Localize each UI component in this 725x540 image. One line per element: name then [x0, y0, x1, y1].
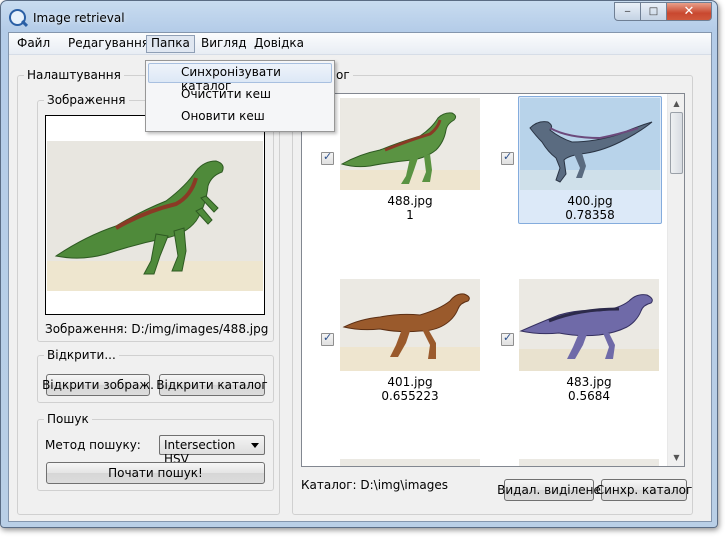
result-filename: 401.jpg	[387, 375, 433, 389]
minimize-icon: ‒	[624, 6, 631, 17]
result-tile-partial[interactable]	[339, 458, 483, 466]
search-group-title: Пошук	[44, 412, 92, 426]
dinosaur-image	[340, 98, 480, 190]
result-thumbnail	[340, 279, 480, 371]
app-window: Image retrieval ‒ □ ✕ Файл Редагування П…	[0, 0, 718, 528]
image-group-title: Зображення	[44, 93, 129, 107]
minimize-button[interactable]: ‒	[614, 2, 641, 21]
menu-file[interactable]: Файл	[12, 35, 55, 53]
menu-bar: Файл Редагування Папка Вигляд Довідка	[9, 33, 711, 55]
dinosaur-image	[340, 279, 480, 371]
query-image	[47, 141, 263, 291]
result-checkbox[interactable]	[321, 331, 334, 346]
menu-edit[interactable]: Редагування	[63, 35, 154, 53]
result-score: 1	[406, 208, 414, 222]
result-filename: 483.jpg	[566, 375, 612, 389]
result-score: 0.78358	[565, 208, 615, 222]
search-method-label: Метод пошуку:	[45, 438, 141, 452]
result-thumbnail	[340, 98, 480, 190]
result-thumbnail	[519, 459, 659, 466]
maximize-icon: □	[648, 6, 659, 17]
settings-title: Налаштування	[24, 68, 124, 82]
dinosaur-image	[519, 279, 659, 371]
chevron-down-icon	[251, 443, 259, 448]
query-image-preview	[45, 115, 265, 315]
result-thumbnail	[519, 279, 659, 371]
close-icon: ✕	[683, 4, 695, 19]
result-thumbnail	[520, 98, 660, 190]
sync-catalog-button[interactable]: Синхр. каталог	[596, 479, 692, 501]
window-title: Image retrieval	[33, 11, 125, 25]
results-scrollbar[interactable]: ▲ ▼	[667, 94, 684, 466]
menu-sync-catalog[interactable]: Синхронізувати каталог	[148, 63, 332, 93]
scroll-thumb[interactable]	[670, 112, 683, 174]
search-method-select[interactable]: Intersection HSV	[159, 435, 265, 466]
result-score: 0.655223	[381, 389, 439, 403]
close-button[interactable]: ✕	[666, 2, 712, 21]
client-area: Файл Редагування Папка Вигляд Довідка На…	[8, 32, 712, 522]
scroll-down-icon[interactable]: ▼	[669, 449, 684, 465]
result-tile-partial[interactable]	[518, 458, 662, 466]
menu-view[interactable]: Вигляд	[196, 35, 252, 53]
result-filename: 400.jpg	[567, 194, 613, 208]
result-checkbox[interactable]	[501, 331, 514, 346]
menu-help[interactable]: Довідка	[249, 35, 309, 53]
results-grid[interactable]: 488.jpg 1 400.jpg 0.78358	[301, 93, 685, 467]
result-tile[interactable]: 401.jpg 0.655223	[339, 278, 483, 406]
scroll-up-icon[interactable]: ▲	[669, 95, 684, 111]
folder-menu-dropdown: Синхронізувати каталог Очистити кеш Онов…	[145, 60, 335, 132]
result-checkbox[interactable]	[321, 150, 334, 165]
result-tile[interactable]: 488.jpg 1	[339, 97, 483, 225]
result-thumbnail	[340, 459, 480, 466]
result-filename: 488.jpg	[387, 194, 433, 208]
open-image-button[interactable]: Відкрити зображ.	[42, 374, 154, 396]
result-tile-selected[interactable]: 400.jpg 0.78358	[518, 96, 662, 224]
catalog-path-label: Каталог: D:\img\images	[301, 478, 449, 492]
start-search-button[interactable]: Почати пошук!	[46, 462, 265, 484]
title-bar[interactable]: Image retrieval ‒ □ ✕	[1, 1, 717, 33]
open-group-title: Відкрити...	[44, 348, 119, 362]
maximize-button[interactable]: □	[640, 2, 667, 21]
menu-refresh-cache[interactable]: Оновити кеш	[148, 107, 332, 127]
open-folder-button[interactable]: Відкрити каталог	[156, 374, 268, 396]
caption-buttons: ‒ □ ✕	[614, 2, 712, 21]
results-title: ог	[333, 68, 353, 82]
result-score: 0.5684	[568, 389, 610, 403]
menu-folder[interactable]: Папка	[146, 35, 195, 53]
menu-clear-cache[interactable]: Очистити кеш	[148, 85, 332, 105]
magnifier-icon	[9, 9, 26, 26]
delete-selected-button[interactable]: Видал. виділене	[497, 479, 601, 501]
image-path-label: Зображення: D:/img/images/488.jpg	[45, 322, 269, 336]
result-tile[interactable]: 483.jpg 0.5684	[518, 278, 662, 406]
result-checkbox[interactable]	[501, 150, 514, 165]
dinosaur-image	[520, 98, 660, 190]
